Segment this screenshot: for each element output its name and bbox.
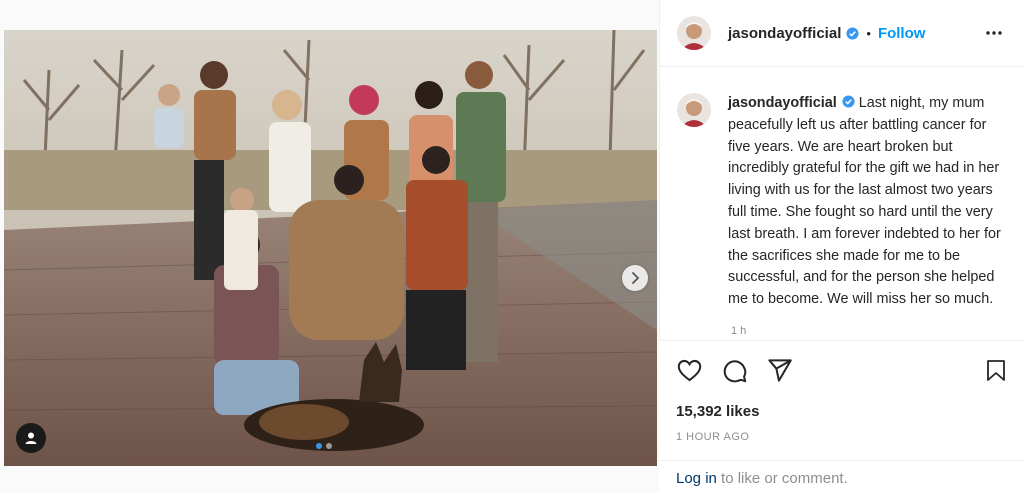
heart-icon[interactable] (676, 357, 703, 384)
bookmark-icon[interactable] (984, 357, 1008, 384)
post-header: jasondayofficial • Follow (660, 0, 1024, 67)
likes-count[interactable]: 15,392 likes (676, 403, 759, 420)
family-photo-image (4, 30, 657, 466)
login-link[interactable]: Log in (676, 470, 717, 487)
carousel-dot-active (316, 443, 322, 449)
caption-body: Last night, my mum peacefully left us af… (728, 95, 1001, 308)
action-icons (676, 357, 793, 384)
separator: • (866, 25, 871, 41)
user-tag-icon (25, 432, 37, 444)
profile-picture (677, 93, 711, 127)
post-actions: 15,392 likes 1 HOUR AGO (659, 340, 1024, 461)
verified-badge-icon (846, 26, 859, 40)
paper-plane-icon[interactable] (766, 357, 793, 384)
post-date[interactable]: 1 HOUR AGO (676, 431, 749, 443)
avatar[interactable] (677, 16, 711, 50)
caption-username[interactable]: jasondayofficial (728, 95, 837, 111)
carousel-indicator (316, 443, 332, 449)
caption-timestamp[interactable]: 1 h (731, 325, 746, 337)
comment-bubble-icon[interactable] (721, 357, 748, 384)
post-caption: jasondayofficial Last night, my mum peac… (677, 93, 1007, 311)
username-link[interactable]: jasondayofficial (728, 25, 841, 42)
media-area (0, 0, 660, 493)
more-options-icon[interactable] (985, 24, 1003, 42)
user-tags-button[interactable] (16, 423, 46, 453)
profile-picture (677, 16, 711, 50)
chevron-right-icon (632, 272, 640, 284)
verified-badge-icon (842, 95, 855, 108)
caption-avatar[interactable] (677, 93, 711, 127)
login-prompt-text: to like or comment. (716, 470, 848, 487)
carousel-next-button[interactable] (622, 265, 648, 291)
follow-button[interactable]: Follow (878, 25, 926, 42)
caption-text: jasondayofficial Last night, my mum peac… (728, 93, 1007, 311)
post-photo[interactable] (4, 30, 657, 466)
login-prompt: Log in to like or comment. (659, 460, 1024, 494)
carousel-dot (326, 443, 332, 449)
